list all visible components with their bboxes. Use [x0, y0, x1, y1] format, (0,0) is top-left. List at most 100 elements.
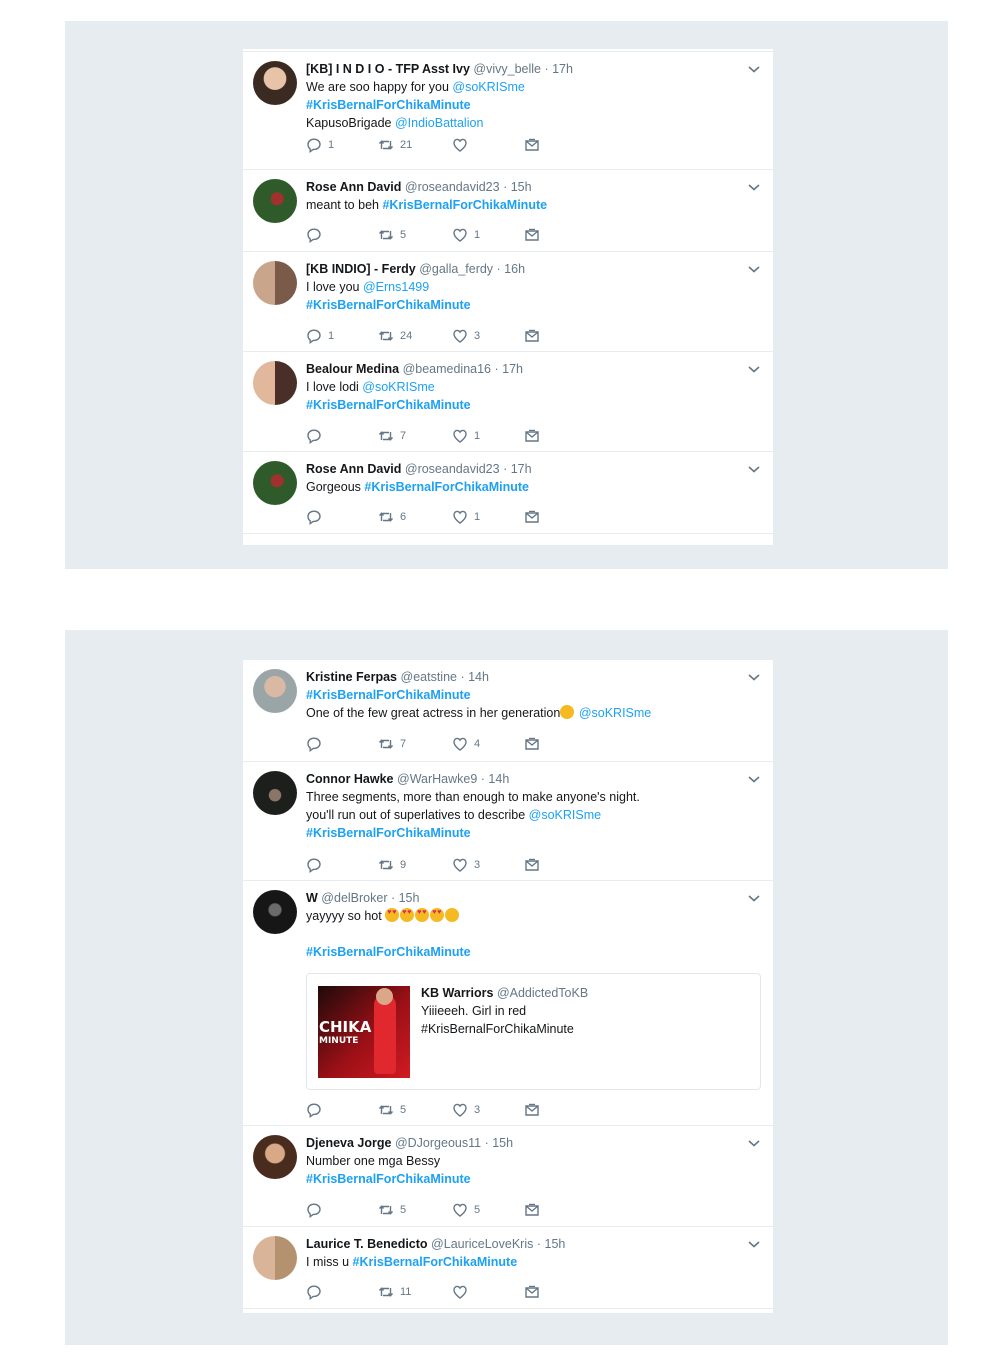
avatar[interactable] — [253, 179, 297, 223]
hashtag-link[interactable]: #KrisBernalForChikaMinute — [306, 945, 471, 959]
mention-link[interactable]: @IndioBattalion — [395, 116, 483, 130]
tweet[interactable]: Bealour Medina @beamedina16 · 17h I love… — [243, 352, 773, 452]
tweet[interactable]: Rose Ann David @roseandavid23 · 15h mean… — [243, 170, 773, 252]
timestamp[interactable]: · 15h — [391, 891, 420, 905]
avatar[interactable] — [253, 1135, 297, 1179]
hashtag-link[interactable]: #KrisBernalForChikaMinute — [306, 398, 471, 412]
avatar[interactable] — [253, 669, 297, 713]
handle[interactable]: @delBroker — [321, 891, 387, 905]
timestamp[interactable]: · 16h — [497, 262, 526, 276]
avatar[interactable] — [253, 1236, 297, 1280]
hashtag-link[interactable]: #KrisBernalForChikaMinute — [306, 98, 471, 112]
chevron-down-icon[interactable] — [747, 462, 761, 476]
mention-link[interactable]: @Erns1499 — [363, 280, 429, 294]
direct-message-button[interactable] — [524, 227, 540, 243]
reply-button[interactable] — [306, 1284, 328, 1300]
like-button[interactable] — [452, 1284, 474, 1300]
avatar[interactable] — [253, 890, 297, 934]
timestamp[interactable]: · 17h — [495, 362, 524, 376]
handle[interactable]: @WarHawke9 — [397, 772, 477, 786]
direct-message-button[interactable] — [524, 736, 540, 752]
reply-button[interactable] — [306, 227, 328, 243]
chevron-down-icon[interactable] — [747, 62, 761, 76]
handle[interactable]: @galla_ferdy — [419, 262, 493, 276]
retweet-button[interactable]: 5 — [378, 1102, 406, 1118]
handle[interactable]: @beamedina16 — [403, 362, 491, 376]
avatar[interactable] — [253, 361, 297, 405]
display-name[interactable]: W — [306, 891, 318, 905]
retweet-button[interactable]: 21 — [378, 137, 412, 153]
mention-link[interactable]: @soKRISme — [529, 808, 601, 822]
avatar[interactable] — [253, 461, 297, 505]
chevron-down-icon[interactable] — [747, 891, 761, 905]
tweet[interactable]: [KB INDIO] - Ferdy @galla_ferdy · 16h I … — [243, 252, 773, 352]
hashtag-link[interactable]: #KrisBernalForChikaMinute — [306, 298, 471, 312]
reply-button[interactable] — [306, 428, 328, 444]
display-name[interactable]: Djeneva Jorge — [306, 1136, 391, 1150]
like-button[interactable]: 1 — [452, 509, 480, 525]
quoted-media-image[interactable]: CHIKA MINUTE — [318, 986, 410, 1078]
handle[interactable]: @eatstine — [401, 670, 457, 684]
tweet[interactable]: Djeneva Jorge @DJorgeous11 · 15h Number … — [243, 1126, 773, 1227]
mention-link[interactable]: @soKRISme — [452, 80, 524, 94]
like-button[interactable]: 1 — [452, 227, 480, 243]
avatar[interactable] — [253, 61, 297, 105]
handle[interactable]: @roseandavid23 — [405, 180, 500, 194]
direct-message-button[interactable] — [524, 1102, 540, 1118]
direct-message-button[interactable] — [524, 509, 540, 525]
reply-button[interactable] — [306, 509, 328, 525]
handle[interactable]: @DJorgeous11 — [395, 1136, 481, 1150]
chevron-down-icon[interactable] — [747, 1237, 761, 1251]
like-button[interactable]: 3 — [452, 1102, 480, 1118]
avatar[interactable] — [253, 261, 297, 305]
display-name[interactable]: Connor Hawke — [306, 772, 394, 786]
chevron-down-icon[interactable] — [747, 670, 761, 684]
hashtag-link[interactable]: #KrisBernalForChikaMinute — [364, 480, 529, 494]
retweet-button[interactable]: 5 — [378, 227, 406, 243]
like-button[interactable] — [452, 137, 474, 153]
tweet[interactable]: Kristine Ferpas @eatstine · 14h #KrisBer… — [243, 660, 773, 762]
timestamp[interactable]: · 15h — [485, 1136, 514, 1150]
like-button[interactable]: 1 — [452, 428, 480, 444]
timestamp[interactable]: · 17h — [503, 462, 532, 476]
retweet-button[interactable]: 11 — [378, 1284, 411, 1300]
chevron-down-icon[interactable] — [747, 362, 761, 376]
direct-message-button[interactable] — [524, 328, 540, 344]
retweet-button[interactable]: 5 — [378, 1202, 406, 1218]
tweet[interactable]: [KB] I N D I O - TFP Asst Ivy @vivy_bell… — [243, 52, 773, 170]
handle[interactable]: @LauriceLoveKris — [431, 1237, 533, 1251]
reply-button[interactable] — [306, 857, 328, 873]
quoted-tweet[interactable]: CHIKA MINUTE KB Warriors @AddictedToKB Y… — [306, 973, 761, 1090]
mention-link[interactable]: @soKRISme — [579, 706, 651, 720]
reply-button[interactable] — [306, 1202, 328, 1218]
direct-message-button[interactable] — [524, 137, 540, 153]
like-button[interactable]: 3 — [452, 857, 480, 873]
hashtag-link[interactable]: #KrisBernalForChikaMinute — [382, 198, 547, 212]
handle[interactable]: @roseandavid23 — [405, 462, 500, 476]
display-name[interactable]: [KB INDIO] - Ferdy — [306, 262, 416, 276]
reply-button[interactable]: 1 — [306, 328, 334, 344]
retweet-button[interactable]: 9 — [378, 857, 406, 873]
tweet[interactable]: Laurice T. Benedicto @LauriceLoveKris · … — [243, 1227, 773, 1309]
tweet[interactable]: Connor Hawke @WarHawke9 · 14h Three segm… — [243, 762, 773, 881]
reply-button[interactable]: 1 — [306, 137, 334, 153]
handle[interactable]: @vivy_belle — [473, 62, 541, 76]
like-button[interactable]: 5 — [452, 1202, 480, 1218]
display-name[interactable]: Rose Ann David — [306, 180, 401, 194]
quoted-handle[interactable]: @AddictedToKB — [497, 986, 588, 1000]
chevron-down-icon[interactable] — [747, 1136, 761, 1150]
mention-link[interactable]: @soKRISme — [362, 380, 434, 394]
like-button[interactable]: 4 — [452, 736, 480, 752]
timestamp[interactable]: · 15h — [503, 180, 532, 194]
retweet-button[interactable]: 6 — [378, 509, 406, 525]
avatar[interactable] — [253, 771, 297, 815]
display-name[interactable]: Bealour Medina — [306, 362, 399, 376]
chevron-down-icon[interactable] — [747, 180, 761, 194]
hashtag-link[interactable]: #KrisBernalForChikaMinute — [306, 1172, 471, 1186]
direct-message-button[interactable] — [524, 428, 540, 444]
direct-message-button[interactable] — [524, 1284, 540, 1300]
timestamp[interactable]: · 14h — [481, 772, 510, 786]
display-name[interactable]: Rose Ann David — [306, 462, 401, 476]
hashtag-link[interactable]: #KrisBernalForChikaMinute — [306, 688, 471, 702]
timestamp[interactable]: · 15h — [537, 1237, 566, 1251]
